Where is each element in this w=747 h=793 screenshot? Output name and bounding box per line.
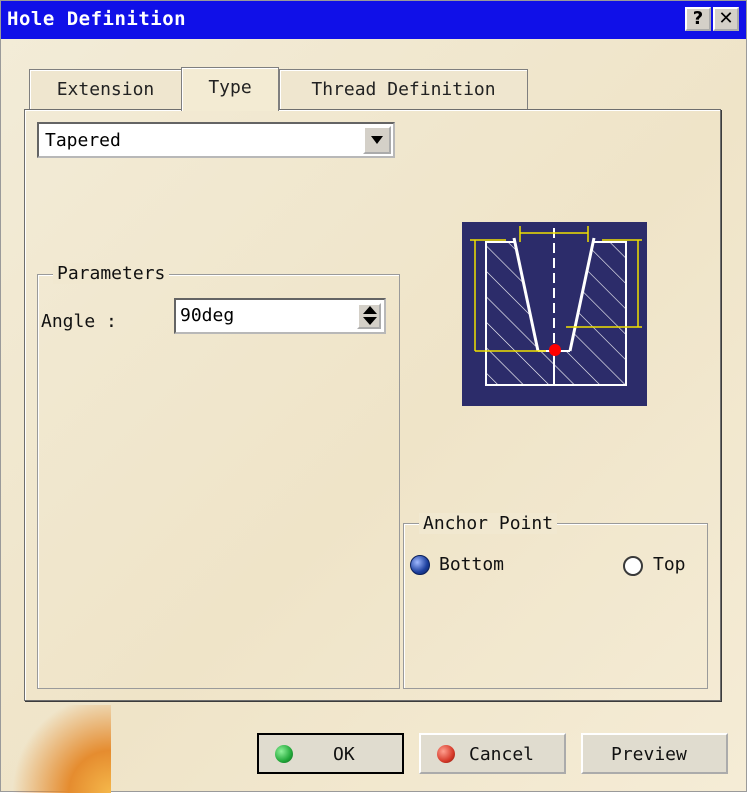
help-button[interactable]: ?	[685, 7, 711, 31]
tab-type[interactable]: Type	[181, 67, 279, 111]
window-title: Hole Definition	[7, 8, 187, 30]
cancel-button[interactable]: Cancel	[419, 733, 566, 774]
close-button[interactable]: ✕	[713, 7, 739, 31]
anchor-top-label: Top	[653, 554, 686, 575]
help-question-icon: ?	[692, 8, 704, 29]
angle-label: Angle :	[41, 311, 117, 332]
preview-button[interactable]: Preview	[581, 733, 728, 774]
anchor-point-group	[403, 523, 708, 689]
ok-label: OK	[333, 744, 355, 765]
anchor-bottom-radio[interactable]	[410, 555, 430, 575]
hole-type-dropdown[interactable]: Tapered	[37, 122, 395, 158]
preview-label: Preview	[611, 744, 687, 765]
tab-thread-definition[interactable]: Thread Definition	[279, 69, 528, 109]
red-orb-icon	[437, 745, 455, 763]
tab-extension[interactable]: Extension	[29, 69, 182, 109]
hole-definition-dialog: Hole Definition ? ✕ Extension Type Threa…	[0, 0, 747, 793]
angle-value: 90deg	[180, 305, 235, 326]
parameters-legend: Parameters	[53, 263, 170, 284]
chevron-down-icon[interactable]	[363, 126, 391, 154]
close-x-icon: ✕	[718, 8, 734, 29]
tapered-hole-diagram-icon	[462, 222, 647, 406]
title-bar: Hole Definition ? ✕	[1, 1, 746, 39]
anchor-top-radio[interactable]	[623, 556, 643, 576]
anchor-bottom-label: Bottom	[439, 554, 505, 575]
decorative-glow	[1, 705, 111, 793]
green-orb-icon	[275, 745, 293, 763]
angle-spinner[interactable]: 90deg	[174, 298, 386, 334]
cancel-label: Cancel	[469, 744, 535, 765]
anchor-point-legend: Anchor Point	[419, 513, 558, 534]
ok-button[interactable]: OK	[257, 733, 404, 774]
parameters-group	[37, 274, 400, 689]
hole-type-value: Tapered	[45, 130, 121, 151]
spin-arrows-icon[interactable]	[357, 303, 381, 329]
